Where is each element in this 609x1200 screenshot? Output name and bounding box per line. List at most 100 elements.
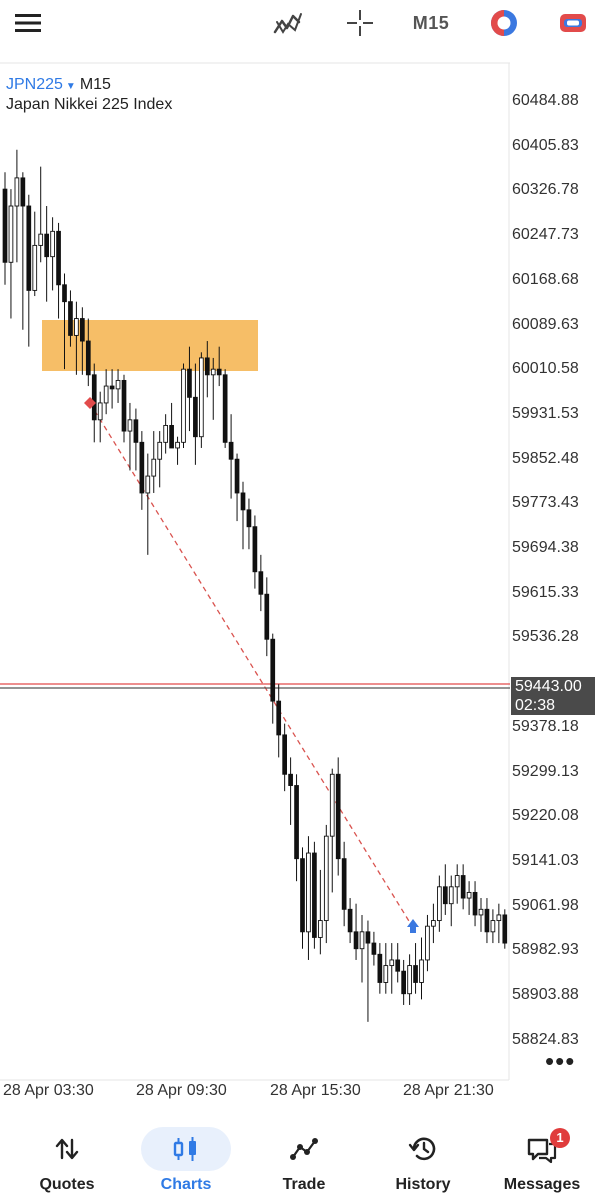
- candle-body-bearish: [401, 970, 406, 995]
- candle-body-bullish: [323, 835, 329, 922]
- candle: [383, 943, 389, 994]
- chart-timeframe: M15: [79, 76, 111, 93]
- price-axis-label: 58982.93: [512, 941, 579, 959]
- candle-body-bearish: [270, 638, 276, 702]
- more-options-icon[interactable]: •••: [545, 1046, 575, 1077]
- indicators-icon[interactable]: [268, 6, 308, 40]
- price-axis-label: 59299.13: [512, 762, 579, 780]
- candle: [109, 369, 115, 409]
- candle: [133, 408, 139, 471]
- time-axis-label: 28 Apr 15:30: [270, 1082, 361, 1099]
- candle: [312, 841, 317, 949]
- candle-body-bullish: [466, 891, 472, 899]
- candle: [425, 914, 430, 972]
- candle: [127, 402, 133, 471]
- candle: [347, 898, 353, 944]
- candle-body-bearish: [187, 368, 192, 398]
- time-axis-label: 28 Apr 21:30: [403, 1082, 494, 1099]
- candle: [222, 369, 228, 448]
- candle: [252, 515, 258, 589]
- symbol-dropdown-icon[interactable]: ▼: [66, 81, 76, 92]
- price-axis-label: 60089.63: [512, 315, 579, 333]
- candle: [145, 453, 151, 555]
- timeframe-label: M15: [412, 12, 450, 33]
- nav-label-history: History: [395, 1176, 451, 1193]
- candlestick-series: [2, 149, 508, 1022]
- candle: [365, 920, 371, 1022]
- candle-body-bearish: [413, 965, 418, 983]
- candle-body-bearish: [335, 773, 341, 860]
- candle-body-bullish: [97, 402, 103, 421]
- candle-body-bullish: [8, 205, 14, 263]
- crosshair-icon[interactable]: [340, 6, 380, 40]
- candle-body-bullish: [50, 230, 55, 258]
- candle-body-bearish: [341, 858, 347, 910]
- current-price-value: 59443.00: [515, 678, 582, 695]
- candle: [2, 172, 8, 285]
- candle-body-bearish: [44, 233, 49, 258]
- candle: [413, 943, 418, 994]
- price-axis-label: 59141.03: [512, 851, 579, 869]
- candle-body-bearish: [240, 492, 246, 511]
- candle: [466, 881, 472, 915]
- candle: [341, 841, 347, 927]
- trend-line: [89, 402, 413, 927]
- price-chart[interactable]: [0, 62, 609, 1082]
- candle-body-bullish: [454, 875, 460, 888]
- candle: [472, 881, 478, 927]
- candle-body-bearish: [121, 379, 127, 432]
- candle: [323, 824, 329, 944]
- nav-trade[interactable]: Trade: [243, 1115, 365, 1200]
- candle: [353, 903, 359, 960]
- candle-body-bearish: [282, 734, 287, 775]
- candle-body-bearish: [79, 318, 85, 342]
- candle-body-bearish: [91, 374, 97, 421]
- candle: [496, 903, 502, 944]
- candle: [240, 481, 246, 550]
- candle-body-bearish: [258, 571, 264, 595]
- candle-body-bullish: [181, 368, 186, 443]
- candle-body-bearish: [288, 773, 293, 786]
- price-axis-label: 58903.88: [512, 986, 579, 1003]
- nav-charts[interactable]: Charts: [125, 1115, 247, 1200]
- candle: [460, 864, 466, 910]
- candle-body-bearish: [68, 301, 73, 336]
- candle-body-bearish: [300, 858, 305, 933]
- candle-body-bearish: [222, 374, 228, 443]
- candle: [26, 194, 32, 347]
- price-axis-label: 59773.43: [512, 494, 579, 512]
- nav-quotes[interactable]: Quotes: [6, 1115, 128, 1200]
- candle: [282, 723, 287, 792]
- candle: [329, 768, 335, 893]
- price-axis-label: 59378.18: [512, 717, 579, 735]
- candle-body-bullish: [74, 318, 79, 336]
- candle-body-bearish: [353, 931, 359, 950]
- candle: [151, 431, 157, 493]
- price-axis-label: 60010.58: [512, 360, 579, 378]
- candle-body-bearish: [377, 953, 383, 983]
- bar-countdown: 02:38: [515, 697, 556, 714]
- trade-toggle-icon[interactable]: [553, 6, 593, 40]
- price-axis-label: 60326.78: [512, 181, 579, 199]
- candle: [246, 498, 252, 550]
- candle: [502, 909, 508, 949]
- candle: [115, 369, 121, 403]
- nav-messages[interactable]: 1 Messages: [481, 1115, 603, 1200]
- unread-badge: 1: [550, 1128, 570, 1148]
- candle: [407, 954, 412, 1005]
- candle: [234, 453, 240, 522]
- candle: [50, 217, 55, 291]
- one-click-trading-icon[interactable]: [484, 6, 524, 40]
- candle-body-bullish: [407, 965, 412, 995]
- candle: [228, 414, 234, 499]
- candle-body-bearish: [139, 441, 145, 494]
- candle: [395, 943, 401, 983]
- symbol-name[interactable]: JPN225: [6, 76, 63, 93]
- hamburger-menu-icon[interactable]: [10, 6, 46, 40]
- candle-body-bearish: [294, 785, 299, 860]
- candle-body-bullish: [103, 385, 109, 404]
- nav-history[interactable]: History: [362, 1115, 484, 1200]
- symbol-description: Japan Nikkei 225 Index: [6, 96, 173, 113]
- chart-symbol-header[interactable]: JPN225 ▼ M15: [6, 76, 111, 94]
- timeframe-button[interactable]: M15: [405, 6, 457, 40]
